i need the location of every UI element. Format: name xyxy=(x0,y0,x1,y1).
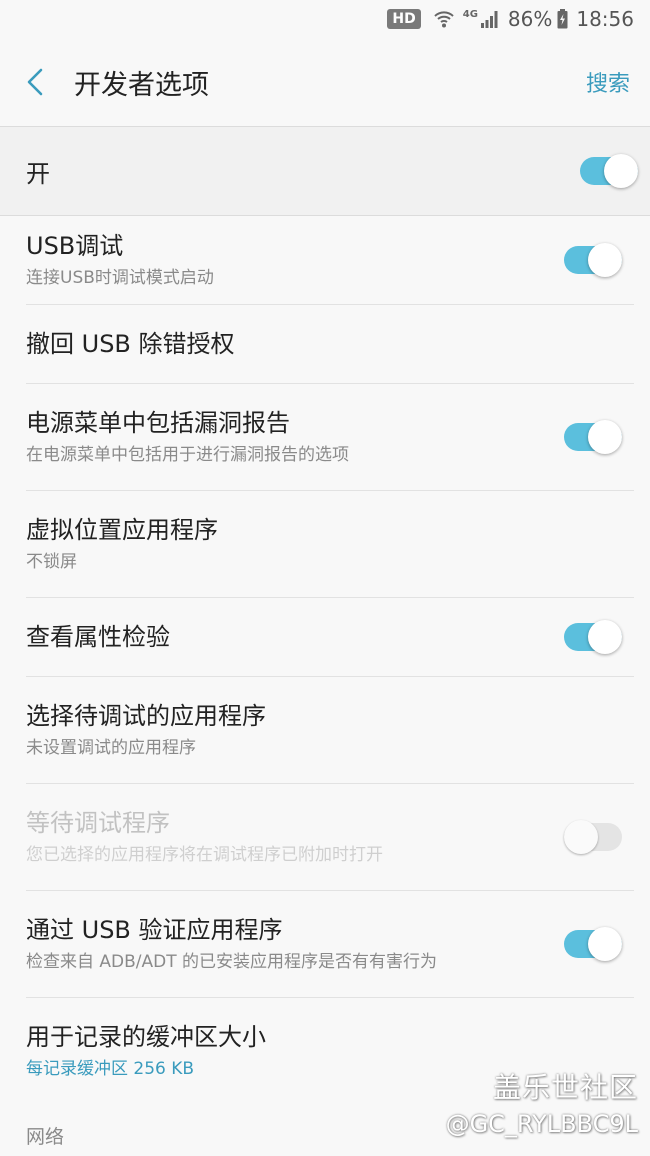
setting-text: 等待调试程序 您已选择的应用程序将在调试程序已附加时打开 xyxy=(26,807,564,867)
switch-thumb xyxy=(588,420,622,454)
setting-title: 用于记录的缓冲区大小 xyxy=(26,1023,266,1051)
switch-thumb xyxy=(564,820,598,854)
signal-icon xyxy=(480,11,498,28)
setting-text: 查看属性检验 xyxy=(26,621,564,653)
attribute-inspection-switch[interactable] xyxy=(564,620,622,654)
setting-text: 用于记录的缓冲区大小 每记录缓冲区 256 KB xyxy=(26,1021,634,1081)
setting-text: 通过 USB 验证应用程序 检查来自 ADB/ADT 的已安装应用程序是否有有害… xyxy=(26,914,564,974)
setting-summary: 未设置调试的应用程序 xyxy=(26,738,196,758)
setting-text: 选择待调试的应用程序 未设置调试的应用程序 xyxy=(26,700,634,760)
setting-wait-for-debugger: 等待调试程序 您已选择的应用程序将在调试程序已附加时打开 xyxy=(26,784,634,891)
section-header-network: 网络 xyxy=(26,1126,65,1148)
network-type: 4G xyxy=(462,9,478,20)
screen: HD 4G 86% 18:56 开发者选项 搜索 开 USB调试 连接USB时调… xyxy=(0,0,650,1156)
setting-text: USB调试 连接USB时调试模式启动 xyxy=(26,230,564,290)
switch-thumb xyxy=(588,927,622,961)
battery-percent: 86% xyxy=(507,7,553,31)
setting-title: 查看属性检验 xyxy=(26,623,170,651)
setting-summary: 在电源菜单中包括用于进行漏洞报告的选项 xyxy=(26,445,349,465)
setting-text: 虚拟位置应用程序 不锁屏 xyxy=(26,514,634,574)
setting-select-debug-app[interactable]: 选择待调试的应用程序 未设置调试的应用程序 xyxy=(26,677,634,784)
master-switch[interactable] xyxy=(580,154,638,188)
wifi-calling-icon xyxy=(434,11,454,28)
setting-summary: 连接USB时调试模式启动 xyxy=(26,268,214,288)
usb-debugging-switch[interactable] xyxy=(564,243,622,277)
search-button[interactable]: 搜索 xyxy=(586,66,630,98)
switch-thumb xyxy=(588,620,622,654)
setting-title: USB调试 xyxy=(26,232,124,260)
master-switch-row[interactable]: 开 xyxy=(0,127,650,216)
setting-summary: 您已选择的应用程序将在调试程序已附加时打开 xyxy=(26,845,383,865)
setting-title: 等待调试程序 xyxy=(26,809,170,837)
hd-badge: HD xyxy=(387,9,421,29)
wait-for-debugger-switch xyxy=(564,820,622,854)
setting-view-attribute-inspection[interactable]: 查看属性检验 xyxy=(26,598,634,677)
setting-text: 撤回 USB 除错授权 xyxy=(26,328,634,360)
setting-text: 电源菜单中包括漏洞报告 在电源菜单中包括用于进行漏洞报告的选项 xyxy=(26,407,564,467)
chevron-left-icon xyxy=(27,68,43,96)
switch-thumb xyxy=(588,243,622,277)
master-switch-label: 开 xyxy=(26,159,50,188)
settings-list: USB调试 连接USB时调试模式启动 撤回 USB 除错授权 电源菜单中包括漏洞… xyxy=(0,216,650,1149)
setting-logger-buffer-size[interactable]: 用于记录的缓冲区大小 每记录缓冲区 256 KB xyxy=(26,998,634,1104)
setting-title: 虚拟位置应用程序 xyxy=(26,516,218,544)
setting-mock-location-app[interactable]: 虚拟位置应用程序 不锁屏 xyxy=(26,491,634,598)
page-title: 开发者选项 xyxy=(74,69,209,101)
setting-title: 通过 USB 验证应用程序 xyxy=(26,916,283,944)
setting-summary: 检查来自 ADB/ADT 的已安装应用程序是否有有害行为 xyxy=(26,952,438,972)
setting-title: 撤回 USB 除错授权 xyxy=(26,330,235,358)
setting-revoke-usb-auth[interactable]: 撤回 USB 除错授权 xyxy=(26,305,634,384)
app-bar: 开发者选项 搜索 xyxy=(0,38,650,128)
clock: 18:56 xyxy=(576,7,634,31)
switch-thumb xyxy=(604,154,638,188)
setting-summary: 每记录缓冲区 256 KB xyxy=(26,1059,195,1079)
status-bar: HD 4G 86% 18:56 xyxy=(0,0,650,38)
back-button[interactable] xyxy=(0,38,70,126)
setting-title: 选择待调试的应用程序 xyxy=(26,702,266,730)
setting-bug-report-shortcut[interactable]: 电源菜单中包括漏洞报告 在电源菜单中包括用于进行漏洞报告的选项 xyxy=(26,384,634,491)
bug-report-switch[interactable] xyxy=(564,420,622,454)
setting-summary: 不锁屏 xyxy=(26,552,77,572)
setting-title: 电源菜单中包括漏洞报告 xyxy=(26,409,290,437)
battery-charging-icon xyxy=(557,9,568,29)
setting-verify-apps-over-usb[interactable]: 通过 USB 验证应用程序 检查来自 ADB/ADT 的已安装应用程序是否有有害… xyxy=(26,891,634,998)
setting-usb-debugging[interactable]: USB调试 连接USB时调试模式启动 xyxy=(26,216,634,305)
verify-apps-switch[interactable] xyxy=(564,927,622,961)
